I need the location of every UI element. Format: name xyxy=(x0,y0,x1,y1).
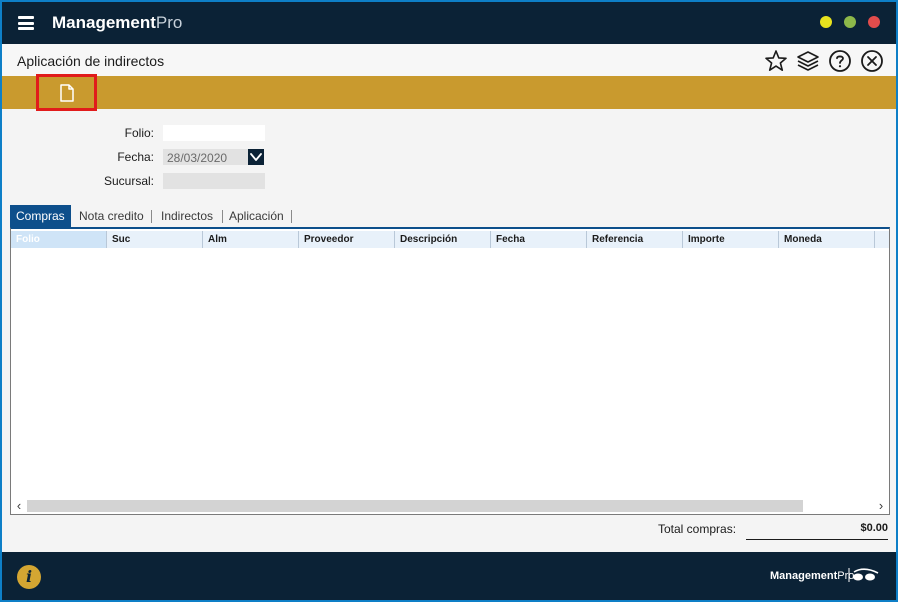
data-grid: Folio Suc Alm Proveedor Descripción Fech… xyxy=(10,227,890,515)
fecha-input[interactable]: 28/03/2020 xyxy=(163,149,248,165)
layers-icon[interactable] xyxy=(796,49,820,73)
scroll-left-icon[interactable]: ‹ xyxy=(11,497,27,514)
tab-separator xyxy=(151,210,152,223)
column-header-alm[interactable]: Alm xyxy=(203,231,299,248)
footer-brand: ManagementPro xyxy=(770,570,854,582)
info-icon[interactable]: i xyxy=(17,565,41,589)
star-icon[interactable] xyxy=(764,49,788,73)
footer: i ManagementPro xyxy=(2,552,896,600)
close-window-button[interactable] xyxy=(868,16,880,28)
column-header-folio[interactable]: Folio xyxy=(11,231,107,248)
column-header-proveedor[interactable]: Proveedor xyxy=(299,231,395,248)
folio-input[interactable] xyxy=(163,125,265,141)
total-compras-label: Total compras: xyxy=(658,522,737,536)
page-header: Aplicación de indirectos xyxy=(2,44,896,78)
scroll-right-icon[interactable]: › xyxy=(873,497,889,514)
app-title-bold: Management xyxy=(52,13,156,32)
footer-brand-bold: Management xyxy=(770,570,838,582)
new-document-button[interactable] xyxy=(36,74,97,111)
fecha-label: Fecha: xyxy=(117,150,154,164)
new-document-icon xyxy=(60,84,74,102)
tab-separator xyxy=(291,210,292,223)
menu-icon[interactable] xyxy=(18,16,34,30)
column-header-fecha[interactable]: Fecha xyxy=(491,231,587,248)
column-header-suc[interactable]: Suc xyxy=(107,231,203,248)
sucursal-label: Sucursal: xyxy=(103,174,154,188)
app-title-light: Pro xyxy=(155,13,183,32)
title-bar: ManagementPro xyxy=(2,2,896,44)
grid-header: Folio Suc Alm Proveedor Descripción Fech… xyxy=(11,231,889,248)
page-title: Aplicación de indirectos xyxy=(17,53,165,69)
app-title: ManagementPro xyxy=(52,13,182,33)
total-compras-value: $0.00 xyxy=(746,522,888,540)
brand-logo-icon xyxy=(848,568,879,582)
horizontal-scrollbar[interactable]: ‹ › xyxy=(11,497,889,514)
tab-indirectos[interactable]: Indirectos xyxy=(155,205,219,227)
app-window: ManagementPro Aplicación de indirectos F… xyxy=(0,0,898,602)
sucursal-input[interactable] xyxy=(163,173,265,189)
close-icon[interactable] xyxy=(860,49,884,73)
chevron-down-icon xyxy=(250,153,262,161)
date-dropdown-button[interactable] xyxy=(248,149,264,165)
tab-compras[interactable]: Compras xyxy=(10,205,71,227)
scrollbar-thumb[interactable] xyxy=(27,500,803,512)
folio-label: Folio: xyxy=(124,126,154,140)
maximize-button[interactable] xyxy=(844,16,856,28)
help-icon[interactable] xyxy=(828,49,852,73)
minimize-button[interactable] xyxy=(820,16,832,28)
column-header-referencia[interactable]: Referencia xyxy=(587,231,683,248)
column-header-moneda[interactable]: Moneda xyxy=(779,231,875,248)
tab-nota-credito[interactable]: Nota credito xyxy=(73,205,150,227)
tab-aplicacion[interactable]: Aplicación xyxy=(223,205,290,227)
toolbar xyxy=(2,74,896,111)
column-header-importe[interactable]: Importe xyxy=(683,231,779,248)
column-header-descripcion[interactable]: Descripción xyxy=(395,231,491,248)
